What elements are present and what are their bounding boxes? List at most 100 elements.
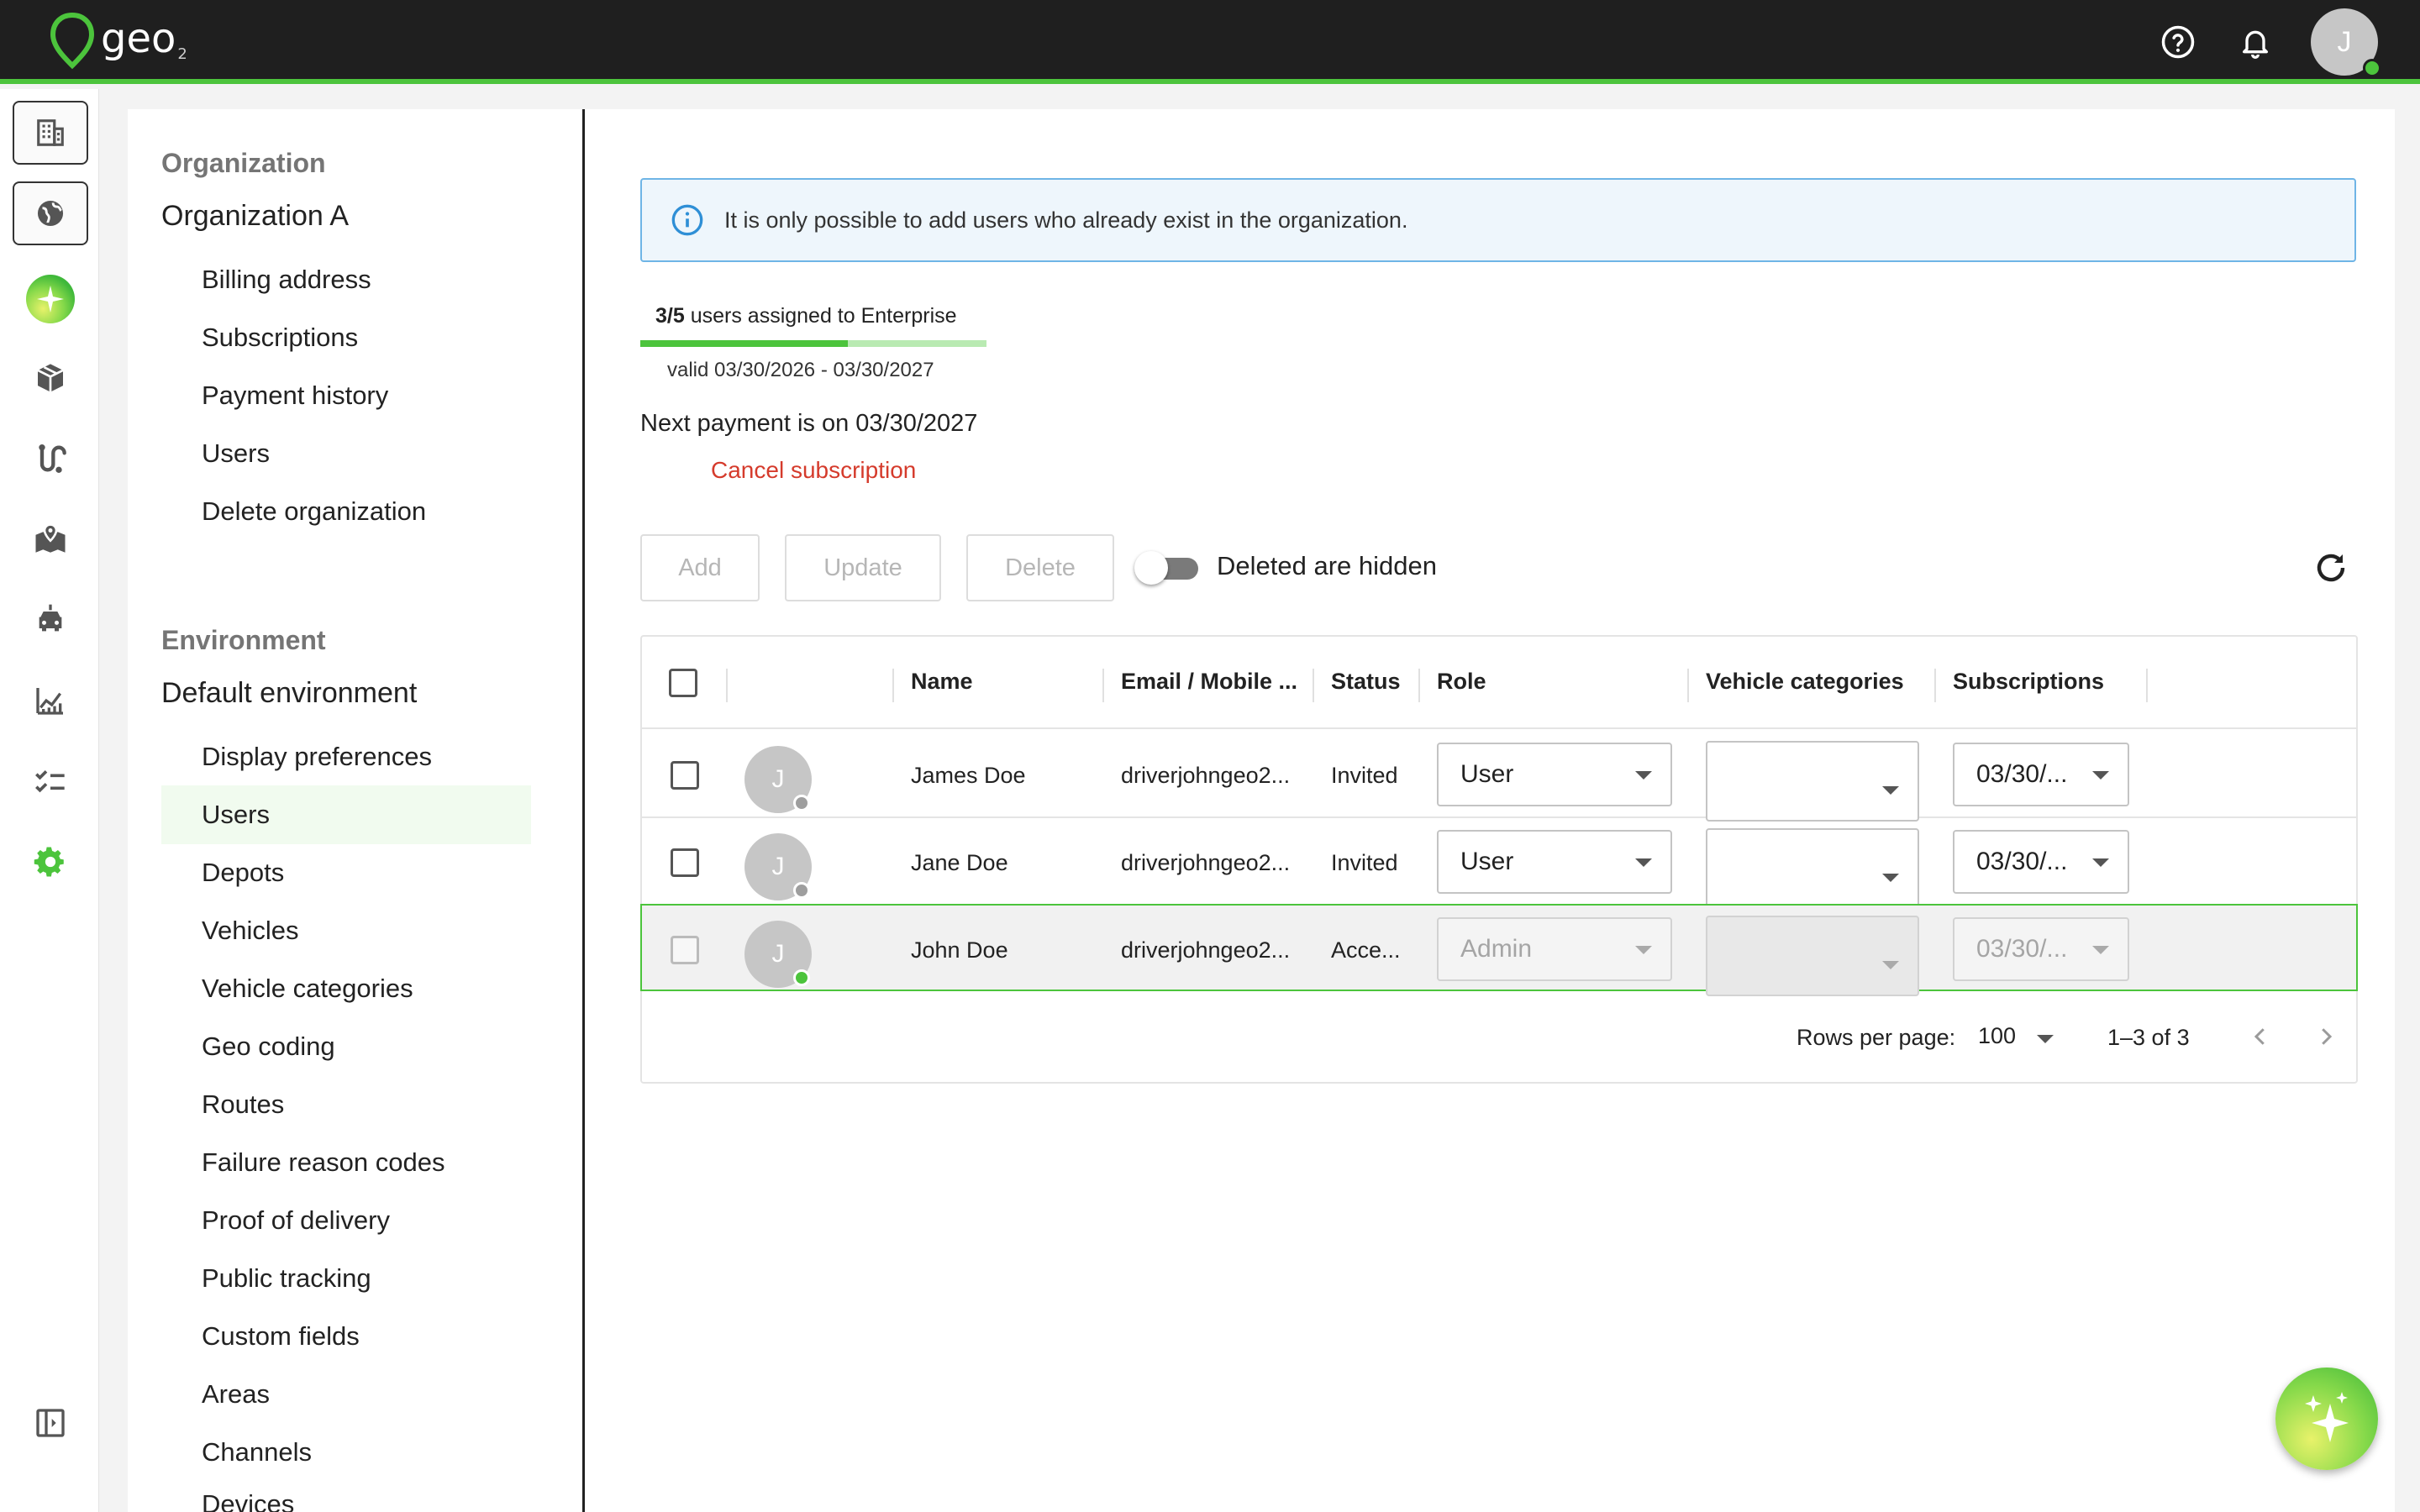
deleted-hidden-toggle[interactable] [1134, 551, 1198, 585]
cell-name: Jane Doe [911, 850, 1008, 875]
assigned-text: users assigned to Enterprise [684, 304, 957, 328]
table-pagination: Rows per page: 100 1–3 of 3 [642, 993, 2356, 1082]
table-row[interactable]: J John Doe driverjohngeo2... Acce... Adm… [640, 904, 2358, 996]
chevron-down-icon [2092, 858, 2109, 867]
rail-globe[interactable] [13, 181, 88, 245]
validity-text: valid 03/30/2026 - 03/30/2027 [667, 359, 934, 381]
geo-logo[interactable]: geo 2 [49, 12, 187, 71]
info-banner: It is only possible to add users who alr… [640, 178, 2356, 262]
settings-gear-icon [34, 847, 64, 877]
role-select: Admin [1437, 917, 1672, 981]
rail-vehicles[interactable] [13, 588, 88, 652]
users-table: Name Email / Mobile ... Status Role Vehi… [640, 635, 2358, 1084]
nav-item-env-users[interactable]: Users [161, 785, 531, 844]
refresh-button[interactable] [2311, 548, 2351, 588]
usage-bar [640, 340, 986, 347]
rail-building[interactable] [13, 101, 88, 165]
subscription-select[interactable]: 03/30/... [1953, 830, 2129, 894]
rail-packages[interactable] [13, 346, 88, 410]
nav-item-channels[interactable]: Channels [161, 1423, 531, 1482]
add-button[interactable]: Add [640, 534, 760, 601]
avatar-initial: J [771, 940, 785, 968]
nav-item-subscriptions[interactable]: Subscriptions [161, 308, 531, 367]
table-row[interactable]: J Jane Doe driverjohngeo2... Invited Use… [642, 818, 2356, 909]
role-select[interactable]: User [1437, 743, 1672, 806]
cell-email: driverjohngeo2... [1121, 937, 1291, 963]
next-page-button[interactable] [2307, 1018, 2344, 1055]
rail-analytics[interactable] [13, 669, 88, 732]
avatar-initial: J [771, 765, 785, 793]
nav-item-billing-address[interactable]: Billing address [161, 250, 531, 309]
cell-status: Invited [1331, 850, 1398, 875]
sparkles-icon [2305, 1392, 2349, 1442]
chevron-down-icon [1882, 961, 1899, 969]
rail-map[interactable] [13, 507, 88, 571]
role-select[interactable]: User [1437, 830, 1672, 894]
update-button[interactable]: Update [785, 534, 941, 601]
nav-item-routes[interactable]: Routes [161, 1075, 531, 1134]
nav-item-devices[interactable]: Devices [161, 1481, 531, 1512]
rail-ai[interactable] [13, 267, 88, 331]
left-rail [0, 89, 99, 1512]
status-dot [793, 795, 810, 811]
role-select-value: User [1460, 760, 1514, 788]
row-checkbox[interactable] [671, 848, 699, 877]
delete-button[interactable]: Delete [966, 534, 1114, 601]
chevron-down-icon [1635, 858, 1652, 867]
cancel-subscription-link[interactable]: Cancel subscription [711, 457, 916, 484]
rows-per-page-label: Rows per page: [1797, 1025, 1956, 1050]
column-header-role[interactable]: Role [1437, 669, 1486, 695]
settings-nav: Organization Organization A Billing addr… [128, 109, 585, 1512]
nav-item-org-users[interactable]: Users [161, 424, 531, 483]
previous-page-button[interactable] [2242, 1018, 2279, 1055]
subscription-select-value: 03/30/... [1976, 935, 2068, 963]
toggle-label: Deleted are hidden [1217, 551, 1437, 580]
column-header-email[interactable]: Email / Mobile ... [1121, 669, 1297, 695]
nav-item-vehicle-categories[interactable]: Vehicle categories [161, 959, 531, 1018]
vehicle-categories-select[interactable] [1706, 828, 1919, 909]
column-header-status[interactable]: Status [1331, 669, 1401, 695]
rail-routes[interactable] [13, 427, 88, 491]
assigned-label: 3/5 users assigned to Enterprise [640, 304, 986, 328]
rail-collapse[interactable] [13, 1391, 88, 1455]
vehicle-categories-select[interactable] [1706, 741, 1919, 822]
collapse-panel-icon [36, 1409, 65, 1437]
rail-settings[interactable] [13, 830, 88, 894]
user-avatar[interactable]: J [2311, 8, 2381, 77]
nav-organization-heading: Organization [161, 148, 326, 178]
cell-email: driverjohngeo2... [1121, 850, 1291, 875]
select-all-checkbox[interactable] [669, 669, 697, 697]
subscription-select-value: 03/30/... [1976, 760, 2068, 788]
column-header-vehicle-categories[interactable]: Vehicle categories [1706, 669, 1904, 695]
logo-text: geo [101, 15, 176, 62]
help-circle-icon[interactable] [2158, 22, 2198, 62]
table-row[interactable]: J James Doe driverjohngeo2... Invited Us… [642, 731, 2356, 822]
chevron-down-icon[interactable] [2037, 1035, 2054, 1043]
pagination-range: 1–3 of 3 [2107, 1025, 2190, 1050]
nav-item-geo-coding[interactable]: Geo coding [161, 1017, 531, 1076]
avatar: J [744, 746, 812, 813]
ai-assistant-button[interactable] [2275, 1368, 2378, 1470]
nav-item-proof-of-delivery[interactable]: Proof of delivery [161, 1191, 531, 1250]
nav-item-public-tracking[interactable]: Public tracking [161, 1249, 531, 1308]
rail-checklist[interactable] [13, 749, 88, 813]
nav-item-areas[interactable]: Areas [161, 1365, 531, 1424]
nav-item-depots[interactable]: Depots [161, 843, 531, 902]
cell-status: Invited [1331, 763, 1398, 788]
chevron-down-icon [1882, 874, 1899, 882]
nav-item-custom-fields[interactable]: Custom fields [161, 1307, 531, 1366]
car-icon [39, 604, 62, 632]
column-separator [1687, 669, 1689, 702]
nav-item-payment-history[interactable]: Payment history [161, 366, 531, 425]
chevron-down-icon [1635, 771, 1652, 780]
row-checkbox[interactable] [671, 761, 699, 790]
nav-item-display-preferences[interactable]: Display preferences [161, 727, 531, 786]
column-header-name[interactable]: Name [911, 669, 973, 695]
rows-per-page-select[interactable]: 100 [1978, 1023, 2016, 1049]
bell-icon[interactable] [2235, 22, 2275, 62]
column-header-subscriptions[interactable]: Subscriptions [1953, 669, 2104, 695]
nav-item-vehicles[interactable]: Vehicles [161, 901, 531, 960]
nav-item-failure-reason-codes[interactable]: Failure reason codes [161, 1133, 531, 1192]
nav-item-delete-organization[interactable]: Delete organization [161, 482, 531, 541]
subscription-select[interactable]: 03/30/... [1953, 743, 2129, 806]
